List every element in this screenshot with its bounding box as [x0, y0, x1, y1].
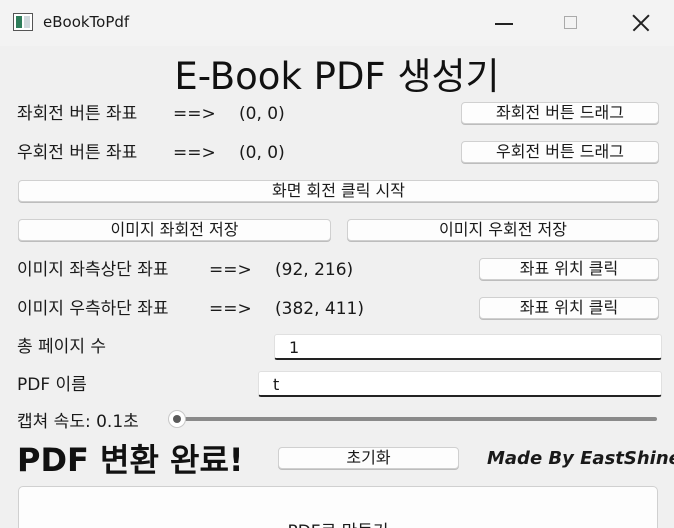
page-title: E-Book PDF 생성기: [174, 55, 500, 94]
bottom-right-coords: (382, 411): [275, 299, 364, 319]
rotate-right-drag-button[interactable]: 우회전 버튼 드래그: [461, 141, 659, 163]
minimize-icon[interactable]: [489, 10, 519, 36]
rotate-left-label: 좌회전 버튼 좌표: [17, 104, 138, 124]
save-rotate-left-button[interactable]: 이미지 좌회전 저장: [18, 219, 331, 241]
rotate-right-arrow: ==>: [173, 143, 216, 163]
total-pages-input[interactable]: 1: [274, 334, 662, 360]
rotate-left-drag-button[interactable]: 좌회전 버튼 드래그: [461, 102, 659, 124]
app-window: eBookToPdf E-Book PDF 생성기 좌회전 버튼 좌표 ==> …: [0, 0, 674, 528]
close-icon[interactable]: [626, 10, 656, 36]
rotate-left-arrow: ==>: [173, 104, 216, 124]
top-left-click-button[interactable]: 좌표 위치 클릭: [479, 258, 659, 280]
top-left-arrow: ==>: [209, 260, 252, 280]
make-pdf-button[interactable]: PDF로 만들기: [18, 486, 658, 528]
capture-speed-slider-handle[interactable]: [168, 410, 186, 428]
save-rotate-right-button[interactable]: 이미지 우회전 저장: [347, 219, 659, 241]
capture-speed-label: 캡쳐 속도: 0.1초: [17, 412, 139, 432]
bottom-right-label: 이미지 우측하단 좌표: [17, 299, 169, 319]
maximize-icon[interactable]: [556, 10, 586, 36]
bottom-right-click-button[interactable]: 좌표 위치 클릭: [479, 297, 659, 319]
title-bar: eBookToPdf: [0, 0, 674, 46]
status-text: PDF 변환 완료!: [17, 441, 244, 479]
rotate-right-coords: (0, 0): [239, 143, 285, 163]
rotate-left-coords: (0, 0): [239, 104, 285, 124]
made-by-label: Made By EastShine: [487, 448, 674, 469]
capture-speed-track[interactable]: [176, 417, 657, 421]
app-icon: [13, 13, 33, 31]
pdf-name-input[interactable]: t: [258, 371, 662, 397]
top-left-label: 이미지 좌측상단 좌표: [17, 260, 169, 280]
pdf-name-label: PDF 이름: [17, 375, 87, 395]
screen-rotate-button[interactable]: 화면 회전 클릭 시작: [18, 180, 659, 202]
total-pages-label: 총 페이지 수: [17, 337, 107, 357]
rotate-right-label: 우회전 버튼 좌표: [17, 143, 138, 163]
reset-button[interactable]: 초기화: [278, 447, 459, 469]
top-left-coords: (92, 216): [275, 260, 354, 280]
window-title: eBookToPdf: [43, 13, 130, 31]
bottom-right-arrow: ==>: [209, 299, 252, 319]
